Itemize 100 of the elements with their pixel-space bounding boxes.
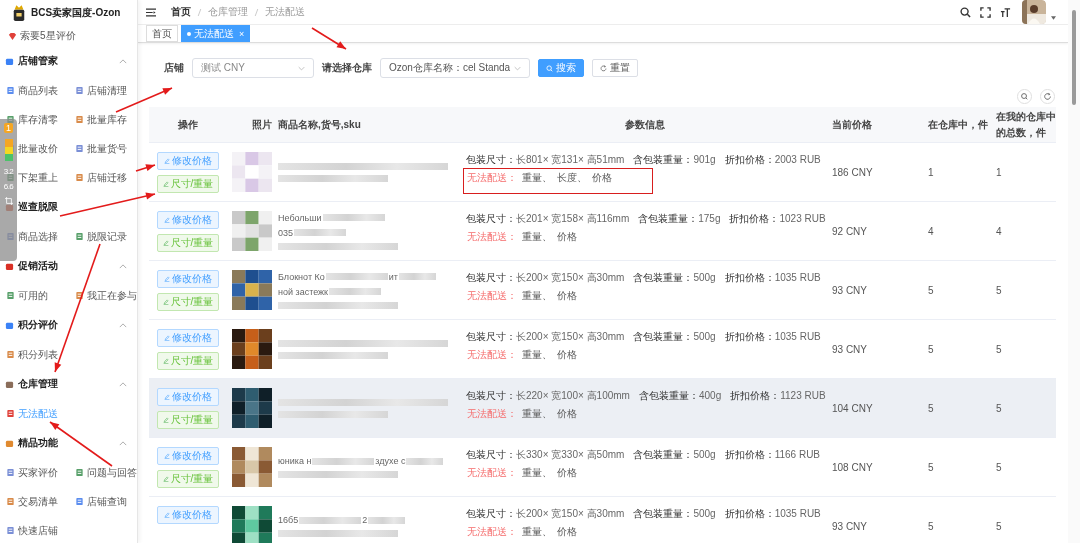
pencil-icon <box>164 217 170 223</box>
product-name-fragment: Небольши <box>278 212 322 223</box>
sidebar-item[interactable]: 商品列表 <box>0 76 69 105</box>
reset-button[interactable]: 重置 <box>592 59 638 77</box>
sidebar-item[interactable]: 快速店铺 <box>0 516 69 543</box>
unshippable-reason: 重量、 <box>522 230 552 244</box>
breadcrumb-item[interactable]: 首页 <box>171 5 191 19</box>
tab[interactable]: 首页 <box>146 25 178 42</box>
sidebar-group-header[interactable]: 精品功能 <box>0 428 137 458</box>
product-name-fragment: 2 <box>362 515 368 525</box>
refresh-icon[interactable] <box>1040 89 1055 104</box>
param-label: 包装尺寸： <box>466 331 516 342</box>
blurred-text <box>299 516 362 524</box>
sidebar-item[interactable]: 店铺迁移 <box>68 163 137 192</box>
sidebar-group-header[interactable]: 积分评价 <box>0 310 137 340</box>
table-cell-text: 5 <box>928 460 935 475</box>
font-size-icon[interactable] <box>1000 6 1011 18</box>
document-icon <box>6 526 15 535</box>
column-header: 参数信息 <box>624 117 666 132</box>
table-cell-text: 4 <box>996 224 1003 239</box>
menu-icon[interactable] <box>146 7 156 17</box>
document-icon <box>74 291 84 300</box>
sidebar-item[interactable]: 索要5星评价 <box>0 26 137 46</box>
search-icon[interactable] <box>960 6 971 18</box>
shop-select[interactable]: 测试 CNY <box>192 58 314 78</box>
blurred-text <box>368 516 406 524</box>
unshippable-reason: 重量、 <box>522 466 552 480</box>
sidebar-item[interactable]: 积分列表 <box>0 340 69 369</box>
param-value: 长200× 宽150× 高30mm <box>516 272 625 283</box>
table-cell-text: 4 <box>928 224 935 239</box>
chevron-down-icon <box>514 65 521 71</box>
param-label: 包装尺寸： <box>466 390 516 401</box>
table-cell-text: 186 CNY <box>831 165 874 180</box>
product-name-fragment: юника н <box>278 456 312 466</box>
table-cell-text: 5 <box>996 401 1003 416</box>
param-label: 折扣价格： <box>724 272 775 283</box>
param-value: 1123 RUB <box>780 390 826 401</box>
unshippable-reason: 重量、 <box>522 348 552 362</box>
sidebar-item[interactable]: 店铺查询 <box>68 487 137 516</box>
blurred-text <box>294 229 347 236</box>
unshippable-label: 无法配送： <box>467 466 517 480</box>
param-label: 折扣价格： <box>729 213 780 224</box>
scrollbar[interactable] <box>1068 0 1080 543</box>
document-icon <box>74 173 84 182</box>
sidebar-item[interactable]: 问题与回答 <box>68 458 137 487</box>
param-label: 折扣价格： <box>724 331 775 342</box>
document-icon <box>74 497 84 506</box>
param-value: 长330× 宽330× 高50mm <box>516 449 625 460</box>
table-cell-text: 92 CNY <box>831 224 868 239</box>
sidebar-item[interactable]: 店铺清理 <box>68 76 137 105</box>
sidebar-item[interactable]: 我正在参与 <box>68 281 137 310</box>
unshippable-label: 无法配送： <box>467 348 517 362</box>
square-icon <box>5 320 14 330</box>
sidebar-item[interactable]: 批量库存 <box>68 105 137 134</box>
param-value: 1166 RUB <box>774 449 821 460</box>
unshippable-label: 无法配送： <box>467 289 517 303</box>
param-value: 长200× 宽150× 高30mm <box>516 331 625 342</box>
document-icon <box>6 86 15 95</box>
unshippable-reason: 价格 <box>557 230 577 244</box>
annotation-arrow <box>115 87 173 113</box>
document-icon <box>6 350 15 359</box>
unshippable-reason: 重量、 <box>522 407 552 421</box>
param-value: 1035 RUB <box>774 331 821 342</box>
param-value: 500g <box>693 449 716 460</box>
param-label: 包装尺寸： <box>466 449 516 460</box>
caret-icon[interactable] <box>1051 16 1056 20</box>
param-label: 折扣价格： <box>724 154 775 165</box>
chevron-up-icon <box>119 263 127 269</box>
pencil-icon <box>162 417 169 423</box>
fullscreen-icon[interactable] <box>980 6 991 18</box>
sidebar-item[interactable]: 可用的 <box>0 281 69 310</box>
pencil-icon <box>162 476 169 482</box>
product-name-fragment: ной застежк <box>278 286 329 297</box>
param-value: 500g <box>693 508 716 519</box>
field-label: 请选择仓库 <box>322 61 372 75</box>
gem-icon <box>8 31 17 41</box>
table-cell-text: 93 CNY <box>831 342 868 357</box>
table-row[interactable]: 修改价格 16б5 2 包装尺寸：长200× 宽150× 高30mm 含包装重量：500g 折扣价格：1035 RUB 无法配送： 重量、 价格 93 CNY 5 5 <box>149 497 1056 543</box>
annotation-arrow <box>49 421 113 467</box>
column-header: 在我的仓库中的总数，件 <box>996 109 1057 140</box>
pencil-icon <box>164 276 170 282</box>
unshippable-reason: 长度、 <box>557 171 587 185</box>
chevron-down-icon <box>298 65 305 71</box>
scrollbar-thumb[interactable] <box>1072 10 1076 105</box>
param-label: 含包装重量： <box>633 272 694 283</box>
table-cell-text: 93 CNY <box>831 519 868 534</box>
sidebar-item[interactable]: 脱限记录 <box>68 222 137 251</box>
sidebar-item[interactable]: 交易清单 <box>0 487 69 516</box>
sidebar-item[interactable]: 买家评价 <box>0 458 69 487</box>
sidebar-item[interactable]: 批量货号 <box>68 134 137 163</box>
search-icon <box>546 64 553 72</box>
sidebar-group-header[interactable]: 仓库管理 <box>0 369 137 399</box>
document-icon <box>74 144 84 153</box>
square-icon <box>5 56 14 66</box>
sidebar-group-header[interactable]: 店铺管家 <box>0 46 137 76</box>
unshippable-label: 无法配送： <box>467 525 517 539</box>
param-value: 长200× 宽150× 高30mm <box>516 508 625 519</box>
warehouse-select[interactable]: Ozon仓库名称：cel Standa <box>380 58 530 78</box>
table-cell-text: 104 CNY <box>831 401 874 416</box>
crop-icon <box>4 197 13 205</box>
